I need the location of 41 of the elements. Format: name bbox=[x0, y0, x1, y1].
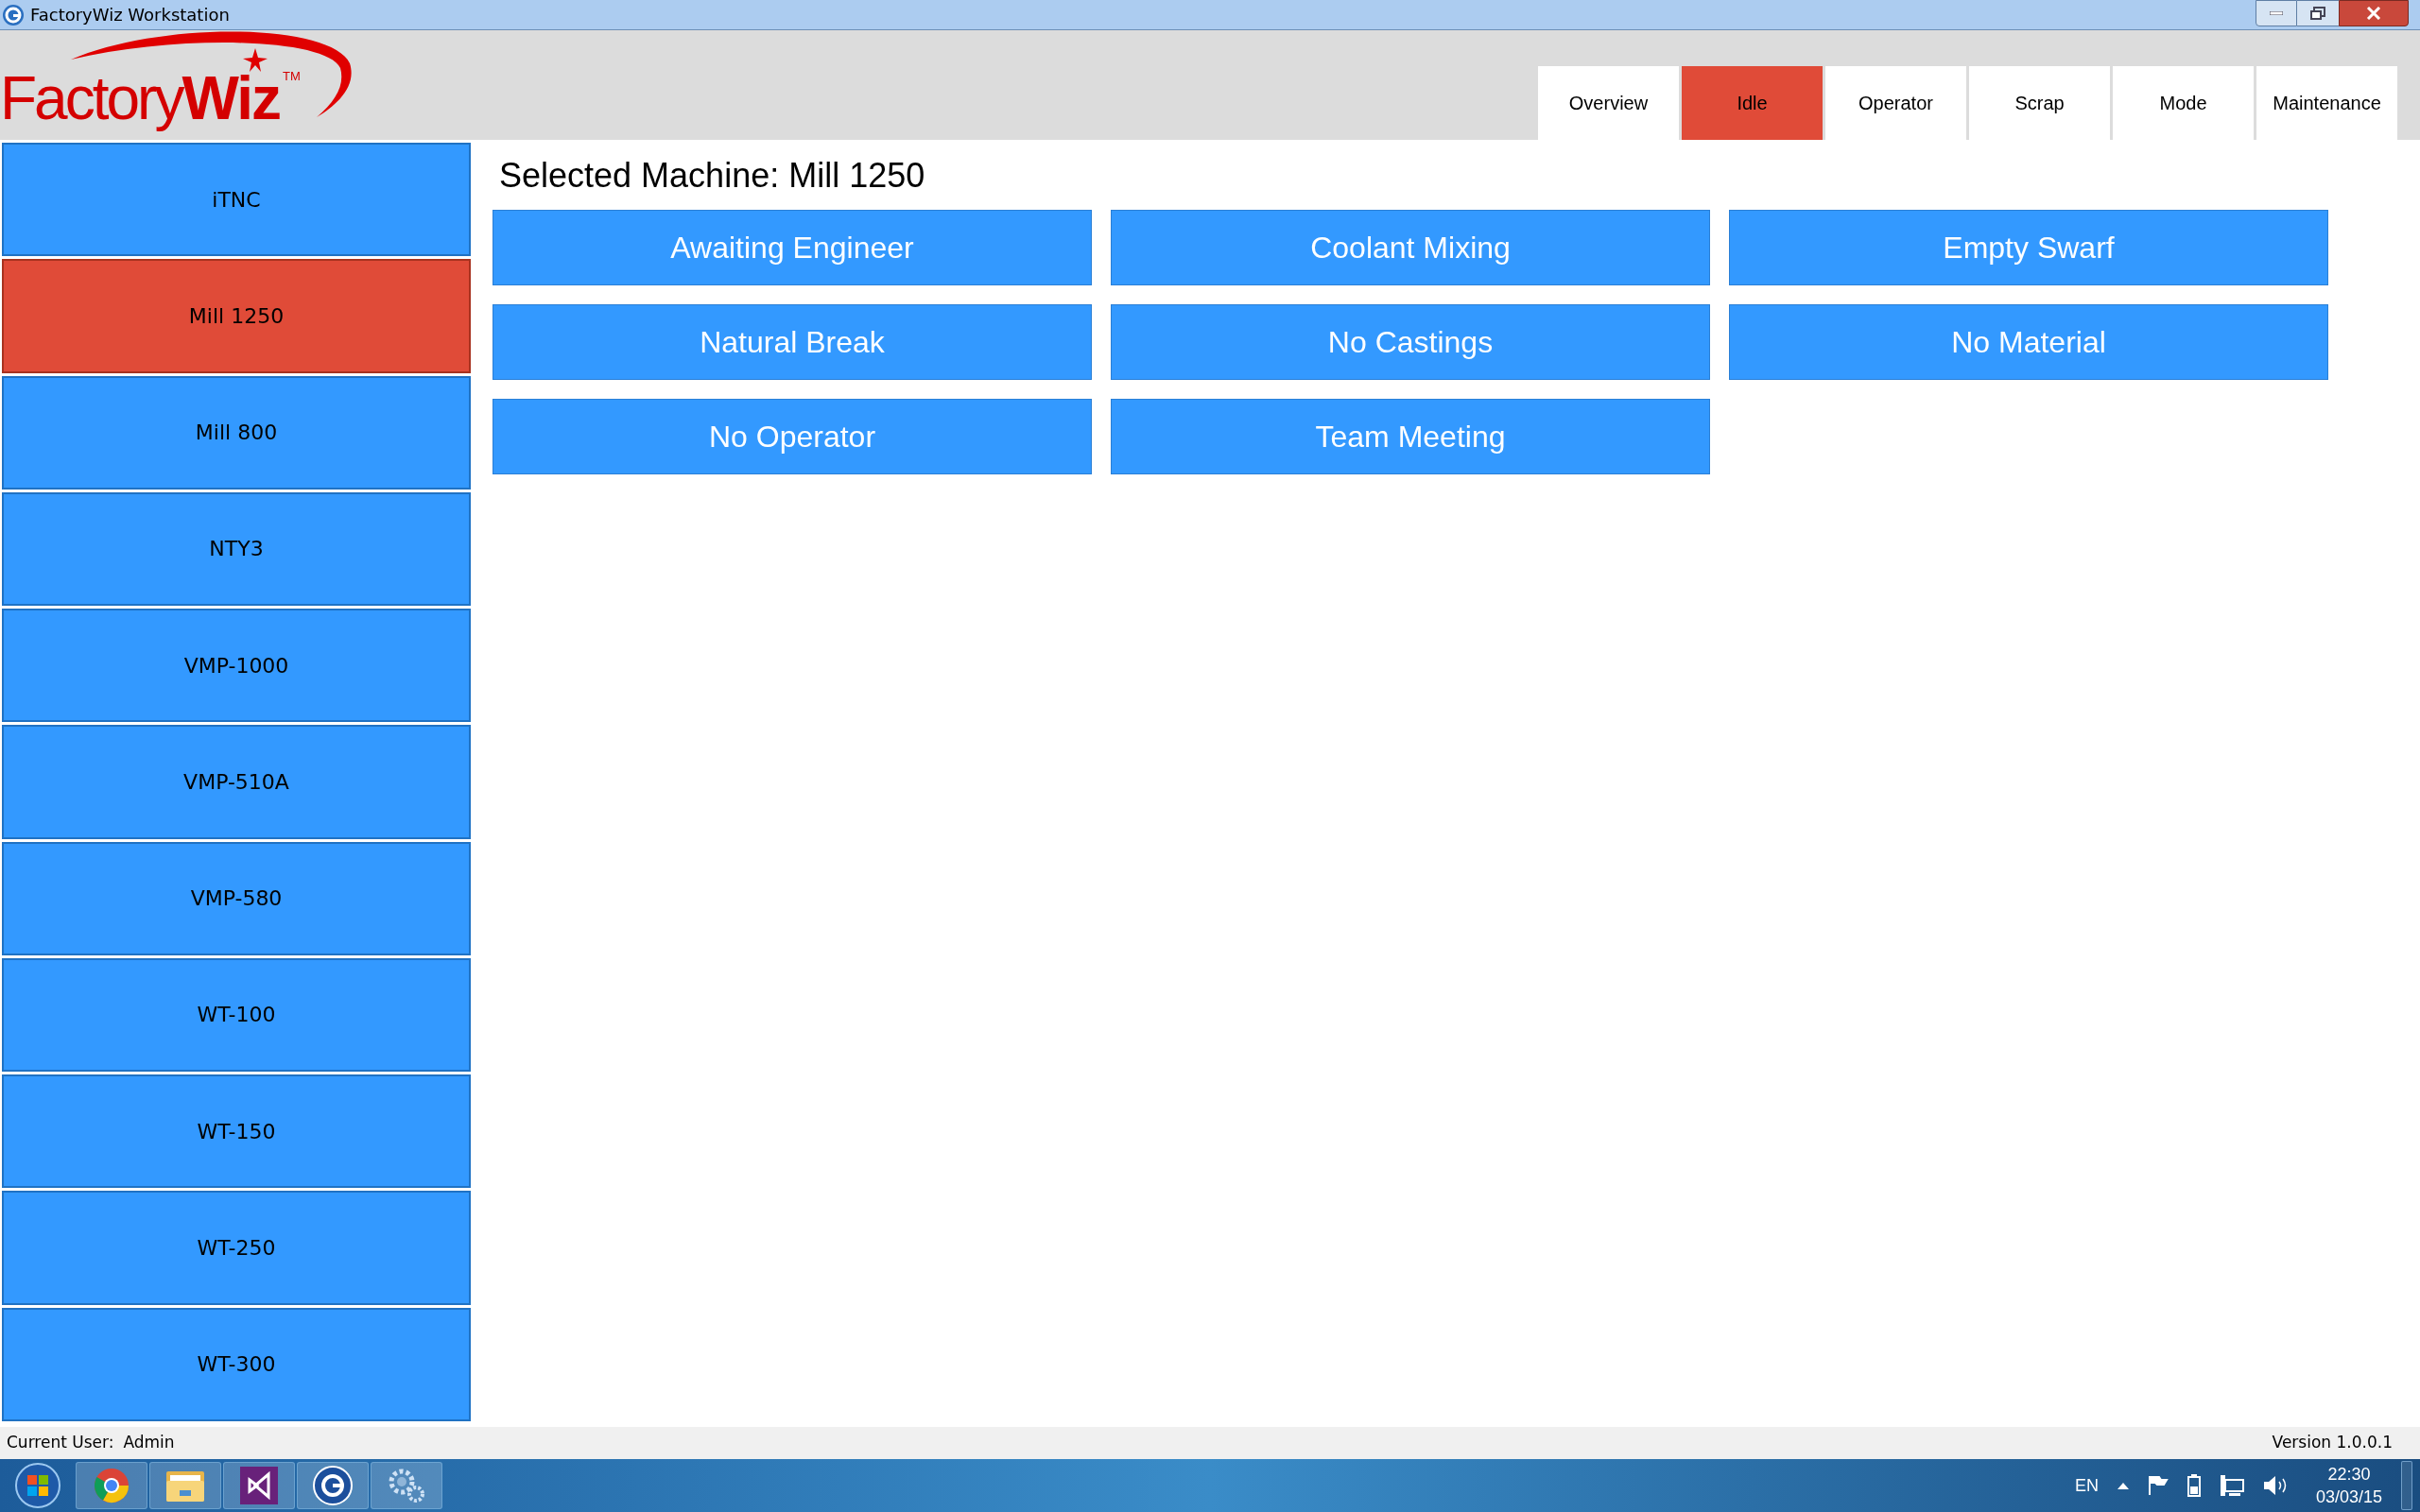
tab[interactable]: Operator bbox=[1825, 66, 1966, 140]
language-indicator[interactable]: EN bbox=[2074, 1472, 2099, 1499]
restore-button[interactable] bbox=[2297, 0, 2339, 26]
current-user-label: Current User: bbox=[7, 1432, 114, 1454]
window-title: FactoryWiz Workstation bbox=[30, 4, 230, 26]
machine-button[interactable]: VMP-1000 bbox=[2, 609, 471, 723]
tab[interactable]: Maintenance bbox=[2256, 66, 2397, 140]
tab[interactable]: Overview bbox=[1538, 66, 1679, 140]
machine-button[interactable]: WT-150 bbox=[2, 1074, 471, 1189]
machine-button[interactable]: Mill 1250 bbox=[2, 259, 471, 373]
network-icon[interactable] bbox=[2219, 1474, 2244, 1497]
machine-button[interactable]: WT-100 bbox=[2, 957, 471, 1073]
close-button[interactable] bbox=[2339, 0, 2409, 26]
browser-icon[interactable] bbox=[76, 1462, 147, 1509]
show-hidden-icons-icon[interactable] bbox=[2117, 1482, 2129, 1489]
tab[interactable]: Idle bbox=[1682, 66, 1823, 140]
machine-button[interactable]: WT-300 bbox=[2, 1307, 471, 1421]
version-label: Version 1.0.0.1 bbox=[2272, 1432, 2393, 1454]
machine-button[interactable]: NTY3 bbox=[2, 491, 471, 607]
folder-icon[interactable] bbox=[149, 1462, 221, 1509]
speaker-icon[interactable] bbox=[2262, 1475, 2288, 1496]
current-user: Admin bbox=[123, 1432, 175, 1454]
visual-studio-icon[interactable] bbox=[223, 1462, 295, 1509]
close-icon bbox=[2366, 7, 2381, 20]
minimize-icon bbox=[2270, 11, 2283, 15]
machine-button[interactable]: iTNC bbox=[2, 143, 471, 257]
machine-button[interactable]: WT-250 bbox=[2, 1191, 471, 1305]
g-logo-icon[interactable] bbox=[297, 1462, 369, 1509]
flag-icon[interactable] bbox=[2147, 1475, 2169, 1496]
machine-button[interactable]: VMP-510A bbox=[2, 725, 471, 839]
clock-date: 03/03/15 bbox=[2315, 1486, 2382, 1508]
restore-icon bbox=[2310, 7, 2325, 20]
app-icon bbox=[2, 3, 25, 26]
machine-button[interactable]: Mill 800 bbox=[2, 375, 471, 490]
start-button[interactable] bbox=[14, 1462, 61, 1509]
machine-button[interactable]: VMP-580 bbox=[2, 841, 471, 955]
tab[interactable]: Mode bbox=[2113, 66, 2254, 140]
tab[interactable]: Scrap bbox=[1969, 66, 2110, 140]
battery-icon[interactable] bbox=[2187, 1474, 2201, 1497]
clock-time: 22:30 bbox=[2327, 1464, 2371, 1486]
selected-machine-heading: Selected Machine: Mill 1250 bbox=[499, 155, 926, 197]
